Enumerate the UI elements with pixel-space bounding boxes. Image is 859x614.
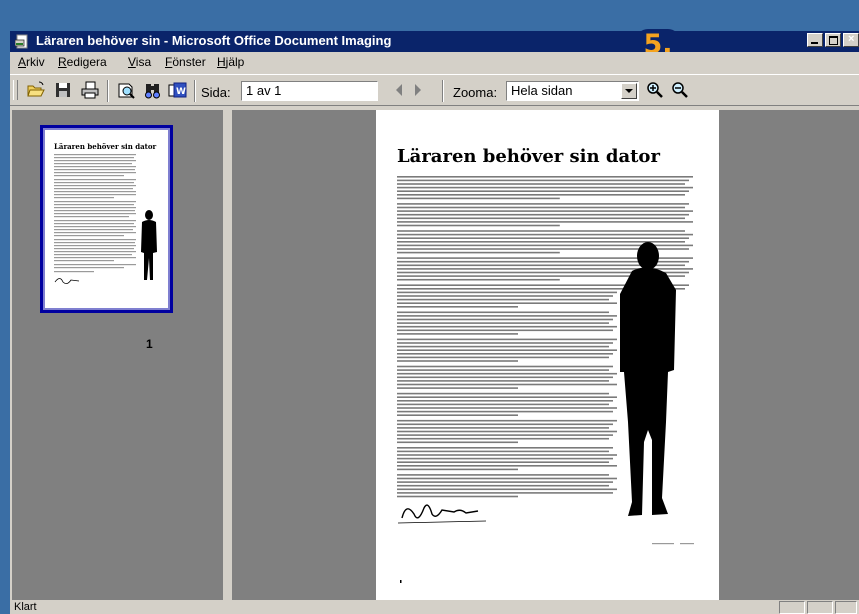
ocr-icon[interactable] xyxy=(116,80,136,100)
maximize-button[interactable] xyxy=(825,33,841,47)
chevron-down-icon xyxy=(625,89,633,93)
zoom-select[interactable]: Hela sidan xyxy=(506,81,639,101)
thumbnail-page-number: 1 xyxy=(146,337,153,351)
toolbar-grip[interactable] xyxy=(13,80,18,100)
window-title: Läraren behöver sin - Microsoft Office D… xyxy=(36,33,392,48)
menu-hjalp[interactable]: Hjälp xyxy=(217,55,244,69)
toolbar-separator xyxy=(442,80,444,102)
page-input-value: 1 av 1 xyxy=(246,83,282,98)
page-thumbnail[interactable]: Läraren behöver sin dator xyxy=(40,125,173,313)
save-icon[interactable] xyxy=(53,80,73,100)
toolbar-separator xyxy=(194,80,196,102)
status-panel xyxy=(807,601,833,614)
thumbnail-pane[interactable]: Läraren behöver sin dator 1 xyxy=(12,110,225,600)
minimize-button[interactable] xyxy=(807,33,823,47)
document-body-text xyxy=(397,176,694,583)
zoom-dropdown-button[interactable] xyxy=(621,83,637,99)
menu-visa[interactable]: Visa xyxy=(128,55,151,69)
close-button[interactable]: × xyxy=(843,33,859,47)
svg-text:W: W xyxy=(176,87,186,97)
toolbar: W Sida: 1 av 1 Zooma: Hela sidan xyxy=(10,74,859,106)
menu-redigera[interactable]: Redigera xyxy=(58,55,107,69)
find-icon[interactable] xyxy=(143,80,163,100)
title-bar[interactable]: Läraren behöver sin - Microsoft Office D… xyxy=(10,31,859,52)
app-window: Arkiv Redigera Visa Fönster Hjälp W Sida… xyxy=(10,52,859,614)
status-panel xyxy=(835,601,857,614)
person-photo xyxy=(620,242,676,516)
document-view[interactable]: Läraren behöver sin dator xyxy=(232,110,859,600)
document-page: Läraren behöver sin dator xyxy=(376,110,719,600)
toolbar-separator xyxy=(107,80,109,102)
send-to-word-icon[interactable]: W xyxy=(168,80,188,100)
zoom-in-icon[interactable] xyxy=(645,80,665,100)
window-buttons: × xyxy=(805,33,859,47)
maximize-icon xyxy=(829,36,838,45)
menu-bar: Arkiv Redigera Visa Fönster Hjälp xyxy=(10,52,859,72)
menu-fonster[interactable]: Fönster xyxy=(165,55,206,69)
zoom-select-value: Hela sidan xyxy=(511,83,573,98)
status-panel xyxy=(779,601,805,614)
minimize-icon xyxy=(811,42,818,44)
signature xyxy=(401,504,479,519)
thumbnail-text-block xyxy=(54,154,157,284)
previous-page-icon[interactable] xyxy=(392,80,406,100)
app-icon xyxy=(15,34,28,49)
status-text: Klart xyxy=(14,601,37,613)
print-icon[interactable] xyxy=(80,80,100,100)
page-input[interactable]: 1 av 1 xyxy=(241,81,378,101)
zoom-label: Zooma: xyxy=(453,85,498,100)
menu-arkiv[interactable]: Arkiv xyxy=(18,55,45,69)
close-icon: × xyxy=(848,33,855,45)
page-label: Sida: xyxy=(201,85,231,100)
next-page-icon[interactable] xyxy=(411,80,425,100)
zoom-out-icon[interactable] xyxy=(670,80,690,100)
thumbnail-page: Läraren behöver sin dator xyxy=(43,128,170,310)
status-bar: Klart xyxy=(10,601,859,614)
open-folder-icon[interactable] xyxy=(26,80,46,100)
